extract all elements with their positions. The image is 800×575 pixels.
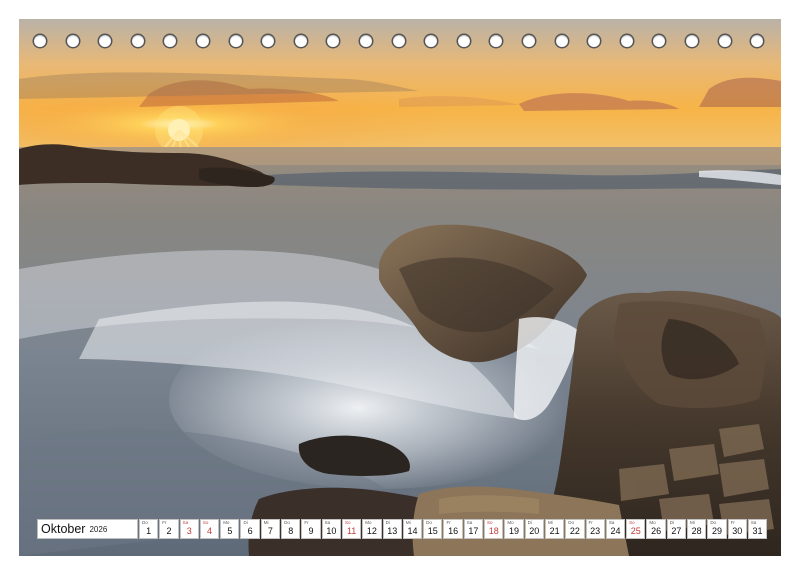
day-number: 11 — [346, 526, 357, 536]
binding-ring — [294, 35, 307, 47]
binding-ring — [523, 35, 535, 47]
binding-ring — [131, 35, 144, 47]
binding-ring — [653, 35, 666, 47]
binding-ring — [197, 35, 209, 47]
day-cell: Sa 10 — [321, 519, 341, 539]
day-number: 29 — [711, 526, 722, 536]
day-cell: Do 22 — [565, 519, 585, 539]
day-cell: Sa 3 — [179, 519, 199, 539]
seascape-photo — [19, 19, 781, 556]
day-cell: Mo 5 — [220, 519, 240, 539]
day-cell: Mo 26 — [646, 519, 666, 539]
day-cell: Mi 28 — [687, 519, 707, 539]
day-cell: Do 29 — [707, 519, 727, 539]
day-number: 9 — [308, 526, 314, 536]
day-number: 18 — [488, 526, 499, 536]
day-number: 28 — [691, 526, 702, 536]
day-number: 6 — [247, 526, 253, 536]
day-number: 8 — [288, 526, 294, 536]
day-number: 30 — [732, 526, 743, 536]
day-cell: Di 6 — [240, 519, 260, 539]
day-cell: Sa 24 — [605, 519, 626, 539]
binding-ring — [425, 35, 438, 47]
day-number: 24 — [610, 526, 621, 536]
day-cell: So 11 — [341, 519, 362, 539]
binding-ring — [751, 35, 764, 47]
day-number: 22 — [569, 526, 580, 536]
binding-ring — [588, 35, 601, 47]
day-cell: Do 8 — [281, 519, 301, 539]
day-cell: Fr 23 — [585, 519, 605, 539]
spiral-binding — [19, 19, 781, 65]
day-cell: Sa 17 — [463, 519, 484, 539]
binding-ring — [229, 35, 242, 47]
binding-ring — [555, 35, 568, 47]
day-cell: Mo 12 — [362, 519, 382, 539]
day-number: 19 — [508, 526, 519, 536]
day-number: 16 — [448, 526, 459, 536]
day-cell: Do 1 — [139, 519, 159, 539]
day-cell: Fr 9 — [301, 519, 321, 539]
day-number: 14 — [407, 526, 418, 536]
day-cells: Do 1 Fr 2 Sa 3 So 4 Mo 5 Di 6 Mi 7 Do 8 Fr 9 Sa 10 So 11 Mo 12 D… — [139, 519, 768, 539]
day-cell: Di 20 — [524, 519, 544, 539]
binding-ring — [327, 35, 340, 47]
day-number: 13 — [387, 526, 398, 536]
day-number: 23 — [590, 526, 601, 536]
day-number: 27 — [671, 526, 682, 536]
binding-ring — [360, 35, 372, 47]
binding-ring — [490, 35, 503, 47]
calendar-strip: Oktober 2026 Do 1 Fr 2 Sa 3 So 4 Mo 5 Di 6 Mi 7 Do 8 Fr 9… — [37, 519, 768, 539]
day-number: 25 — [630, 526, 641, 536]
day-number: 17 — [468, 526, 479, 536]
day-cell: Fr 30 — [727, 519, 747, 539]
day-number: 5 — [227, 526, 233, 536]
day-number: 20 — [529, 526, 540, 536]
day-cell: Di 27 — [666, 519, 687, 539]
day-cell: So 4 — [199, 519, 220, 539]
binding-ring — [718, 35, 731, 47]
day-cell: Sa 31 — [747, 519, 768, 539]
day-number: 3 — [186, 526, 192, 536]
day-number: 2 — [166, 526, 172, 536]
binding-ring — [66, 35, 79, 47]
day-number: 7 — [267, 526, 273, 536]
day-number: 10 — [326, 526, 337, 536]
binding-ring — [262, 35, 275, 47]
day-cell: Mi 14 — [402, 519, 423, 539]
day-cell: Fr 16 — [443, 519, 463, 539]
binding-ring — [164, 35, 177, 47]
year-label: 2026 — [89, 524, 108, 534]
day-cell: Di 13 — [382, 519, 402, 539]
day-cell: So 18 — [484, 519, 504, 539]
day-number: 26 — [651, 526, 662, 536]
day-number: 31 — [752, 526, 763, 536]
binding-ring — [34, 35, 46, 47]
day-cell: Mi 7 — [260, 519, 281, 539]
day-cell: Fr 2 — [159, 519, 179, 539]
day-cell: Mi 21 — [544, 519, 565, 539]
binding-ring — [392, 35, 405, 47]
binding-ring — [457, 35, 470, 47]
binding-ring — [99, 35, 112, 47]
day-cell: Mo 19 — [504, 519, 524, 539]
month-label-box: Oktober 2026 — [37, 519, 138, 539]
day-cell: Do 15 — [423, 519, 443, 539]
day-cell: So 25 — [626, 519, 646, 539]
day-number: 15 — [427, 526, 438, 536]
day-number: 21 — [549, 526, 560, 536]
day-number: 1 — [146, 526, 152, 536]
day-number: 4 — [207, 526, 213, 536]
binding-ring — [686, 35, 698, 47]
binding-ring — [620, 35, 633, 47]
calendar-page: Oktober 2026 Do 1 Fr 2 Sa 3 So 4 Mo 5 Di 6 Mi 7 Do 8 Fr 9… — [19, 19, 781, 556]
day-number: 12 — [366, 526, 377, 536]
month-name: Oktober — [41, 522, 86, 536]
